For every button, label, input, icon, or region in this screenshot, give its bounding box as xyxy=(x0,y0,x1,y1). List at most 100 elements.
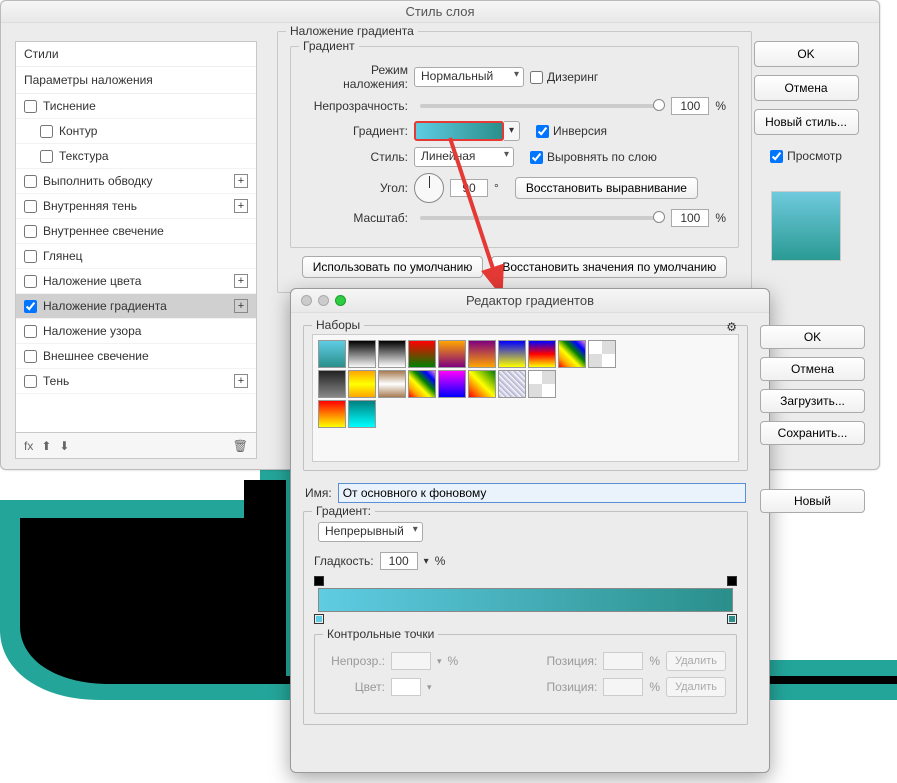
preset-swatch[interactable] xyxy=(468,370,496,398)
style-item-10[interactable]: Внешнее свечение xyxy=(16,344,256,369)
style-checkbox[interactable] xyxy=(40,150,53,163)
add-effect-icon[interactable]: + xyxy=(234,199,248,213)
style-item-0[interactable]: Тиснение xyxy=(16,94,256,119)
preset-swatch[interactable] xyxy=(438,370,466,398)
style-item-5[interactable]: Внутреннее свечение xyxy=(16,219,256,244)
style-checkbox[interactable] xyxy=(40,125,53,138)
add-effect-icon[interactable]: + xyxy=(234,374,248,388)
invert-checkbox[interactable]: Инверсия xyxy=(536,124,607,138)
style-item-8[interactable]: Наложение градиента+ xyxy=(16,294,256,319)
add-effect-icon[interactable]: + xyxy=(234,299,248,313)
align-checkbox[interactable]: Выровнять по слою xyxy=(530,150,657,164)
stop-position-label: Позиция: xyxy=(547,654,598,668)
style-checkbox[interactable] xyxy=(24,325,37,338)
opacity-stop[interactable] xyxy=(727,576,737,586)
dialog-title: Стиль слоя xyxy=(1,1,879,23)
preset-swatch[interactable] xyxy=(348,370,376,398)
dither-checkbox[interactable]: Дизеринг xyxy=(530,70,598,84)
preset-swatch[interactable] xyxy=(408,340,436,368)
angle-value[interactable]: 90 xyxy=(450,179,488,197)
preset-swatch[interactable] xyxy=(438,340,466,368)
style-item-4[interactable]: Внутренняя тень+ xyxy=(16,194,256,219)
preset-swatch[interactable] xyxy=(378,340,406,368)
color-stop[interactable] xyxy=(314,614,324,624)
preset-swatch[interactable] xyxy=(348,400,376,428)
arrow-down-icon[interactable]: ⬇ xyxy=(59,439,69,453)
preset-swatch[interactable] xyxy=(558,340,586,368)
style-item-6[interactable]: Глянец xyxy=(16,244,256,269)
scale-value[interactable]: 100 xyxy=(671,209,709,227)
ge-new-button[interactable]: Новый xyxy=(760,489,865,513)
gradient-swatch[interactable] xyxy=(414,121,504,141)
style-item-3[interactable]: Выполнить обводку+ xyxy=(16,169,256,194)
new-style-button[interactable]: Новый стиль... xyxy=(754,109,859,135)
style-item-1[interactable]: Контур xyxy=(16,119,256,144)
scale-slider[interactable] xyxy=(420,216,659,220)
ge-title: Редактор градиентов xyxy=(291,293,769,308)
ge-cancel-button[interactable]: Отмена xyxy=(760,357,865,381)
preset-grid[interactable] xyxy=(312,334,739,462)
preset-swatch[interactable] xyxy=(498,370,526,398)
traffic-zoom-icon[interactable] xyxy=(335,295,346,306)
preset-swatch[interactable] xyxy=(408,370,436,398)
blend-mode-select[interactable]: Нормальный xyxy=(414,67,524,87)
style-checkbox[interactable] xyxy=(24,350,37,363)
opacity-stop[interactable] xyxy=(314,576,324,586)
preset-swatch[interactable] xyxy=(348,340,376,368)
arrow-up-icon[interactable]: ⬆ xyxy=(41,439,51,453)
gradient-bar[interactable] xyxy=(318,588,733,612)
gear-icon[interactable]: ⚙︎ xyxy=(726,320,737,334)
preset-swatch[interactable] xyxy=(528,370,556,398)
preset-swatch[interactable] xyxy=(528,340,556,368)
cancel-button[interactable]: Отмена xyxy=(754,75,859,101)
traffic-min-icon[interactable] xyxy=(318,295,329,306)
style-checkbox[interactable] xyxy=(24,250,37,263)
angle-dial[interactable] xyxy=(414,173,444,203)
style-checkbox[interactable] xyxy=(24,100,37,113)
preset-swatch[interactable] xyxy=(318,340,346,368)
presets-fieldset: Наборы ⚙︎ xyxy=(303,325,748,471)
ge-save-button[interactable]: Сохранить... xyxy=(760,421,865,445)
gradient-type-row-label: Градиент: xyxy=(312,504,375,518)
fx-label[interactable]: fx xyxy=(24,439,33,453)
style-select[interactable]: Линейная xyxy=(414,147,514,167)
opacity-slider[interactable] xyxy=(420,104,659,108)
ge-load-button[interactable]: Загрузить... xyxy=(760,389,865,413)
add-effect-icon[interactable]: + xyxy=(234,174,248,188)
color-stop[interactable] xyxy=(727,614,737,624)
trash-icon[interactable]: 🗑 xyxy=(233,439,248,453)
style-checkbox[interactable] xyxy=(24,275,37,288)
preset-swatch[interactable] xyxy=(378,370,406,398)
style-checkbox[interactable] xyxy=(24,175,37,188)
preview-checkbox[interactable]: Просмотр xyxy=(770,149,842,163)
make-default-button[interactable]: Использовать по умолчанию xyxy=(302,256,484,278)
style-checkbox[interactable] xyxy=(24,200,37,213)
preset-swatch[interactable] xyxy=(468,340,496,368)
opacity-value[interactable]: 100 xyxy=(671,97,709,115)
preset-swatch[interactable] xyxy=(588,340,616,368)
style-item-7[interactable]: Наложение цвета+ xyxy=(16,269,256,294)
traffic-close-icon[interactable] xyxy=(301,295,312,306)
style-item-2[interactable]: Текстура xyxy=(16,144,256,169)
reset-alignment-button[interactable]: Восстановить выравнивание xyxy=(515,177,698,199)
reset-default-button[interactable]: Восстановить значения по умолчанию xyxy=(491,256,727,278)
preview-swatch xyxy=(771,191,841,261)
smoothness-value[interactable]: 100 xyxy=(380,552,418,570)
gradient-dropdown-icon[interactable]: ▾ xyxy=(504,121,520,141)
style-checkbox[interactable] xyxy=(24,225,37,238)
style-item-9[interactable]: Наложение узора xyxy=(16,319,256,344)
style-checkbox[interactable] xyxy=(24,375,37,388)
gradient-type-select[interactable]: Непрерывный xyxy=(318,522,423,542)
style-checkbox[interactable] xyxy=(24,300,37,313)
opacity-label: Непрозрачность: xyxy=(303,99,408,113)
preset-swatch[interactable] xyxy=(318,370,346,398)
preset-swatch[interactable] xyxy=(498,340,526,368)
ok-button[interactable]: OK xyxy=(754,41,859,67)
blending-options[interactable]: Параметры наложения xyxy=(16,67,256,94)
preset-swatch[interactable] xyxy=(318,400,346,428)
ge-ok-button[interactable]: OK xyxy=(760,325,865,349)
presets-legend: Наборы xyxy=(312,318,364,332)
style-item-11[interactable]: Тень+ xyxy=(16,369,256,394)
add-effect-icon[interactable]: + xyxy=(234,274,248,288)
name-input[interactable] xyxy=(338,483,746,503)
